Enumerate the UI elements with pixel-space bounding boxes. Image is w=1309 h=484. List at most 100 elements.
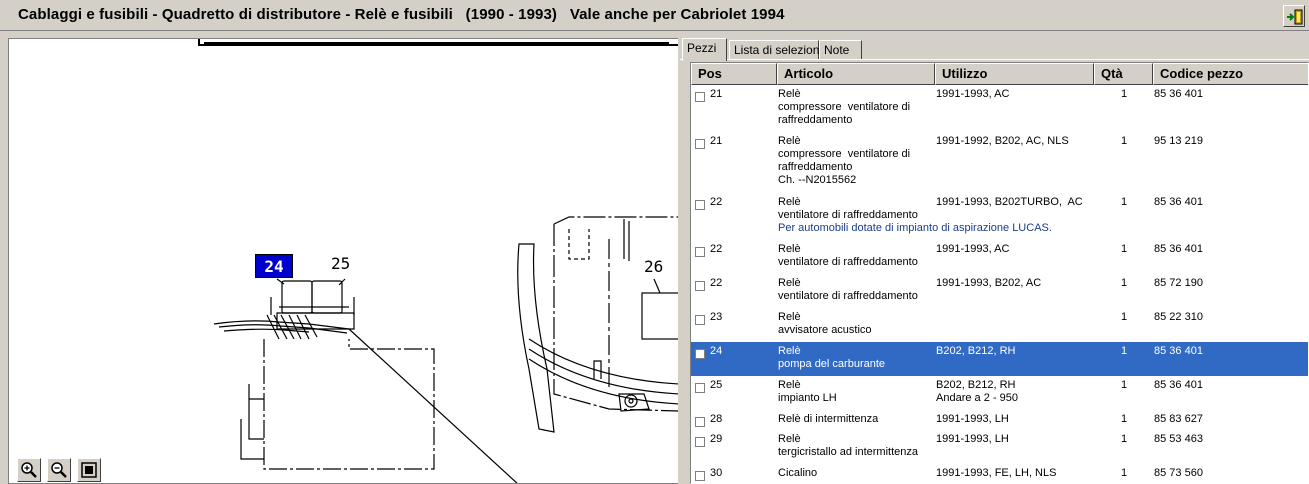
cell-articolo: Cicalino: [778, 467, 817, 480]
cell-articolo: Relè ventilatore di raffreddamento: [778, 277, 918, 303]
tab-lista-di-selezione[interactable]: Lista di selezione: [729, 40, 826, 60]
table-row[interactable]: 24 Relè pompa del carburante B202, B212, RH…: [691, 342, 1308, 376]
cell-qta: 1: [1121, 467, 1128, 479]
row-checkbox[interactable]: [695, 383, 705, 393]
articolo-line: Ch. --N2015562: [778, 174, 857, 186]
articolo-line: pompa del carburante: [778, 358, 886, 370]
cell-codice-pezzo: 85 53 463: [1154, 433, 1203, 445]
cell-pos: 22: [710, 196, 723, 208]
column-header-utilizzo[interactable]: Utilizzo: [935, 63, 1094, 85]
cell-codice-pezzo: 85 73 560: [1154, 467, 1203, 479]
cell-pos: 21: [710, 88, 723, 100]
table-row[interactable]: 21 Relè compressore ventilatore di raffredd…: [691, 85, 1308, 132]
cell-qta: 1: [1121, 413, 1128, 425]
cell-codice-pezzo: 85 72 190: [1154, 277, 1203, 289]
tab-pezzi[interactable]: Pezzi: [682, 38, 727, 61]
articolo-line: Relè: [778, 277, 801, 289]
column-header-qta[interactable]: Qtà: [1094, 63, 1153, 85]
cell-articolo: Relè tergicristallo ad intermittenza: [778, 433, 918, 459]
articolo-line: Relè: [778, 311, 801, 323]
cell-qta: 1: [1121, 88, 1128, 100]
column-header-articolo[interactable]: Articolo: [777, 63, 935, 85]
parts-diagram[interactable]: 24 25 26: [8, 38, 678, 484]
cell-codice-pezzo: 85 36 401: [1154, 243, 1203, 255]
cell-qta: 1: [1121, 135, 1128, 147]
row-checkbox[interactable]: [695, 437, 705, 447]
cell-pos: 25: [710, 379, 723, 391]
parts-table: Pos Articolo Utilizzo Qtà Codice pezzo 2…: [690, 62, 1309, 484]
articolo-line: Relè: [778, 433, 801, 445]
column-header-codice-pezzo[interactable]: Codice pezzo: [1153, 63, 1308, 85]
cell-utilizzo: B202, B212, RH: [936, 345, 1016, 358]
articolo-line: avvisatore acustico: [778, 324, 872, 336]
cell-codice-pezzo: 85 22 310: [1154, 311, 1203, 323]
exit-button[interactable]: [1283, 5, 1305, 27]
articolo-line: ventilatore di raffreddamento: [778, 290, 918, 302]
row-checkbox[interactable]: [695, 315, 705, 325]
row-checkbox[interactable]: [695, 349, 705, 359]
cell-utilizzo: 1991-1992, B202, AC, NLS: [936, 135, 1069, 148]
cell-qta: 1: [1121, 277, 1128, 289]
articolo-line: ventilatore di raffreddamento: [778, 209, 918, 221]
row-checkbox[interactable]: [695, 200, 705, 210]
utilizzo-line: 1991-1993, AC: [936, 243, 1010, 255]
zoom-in-button[interactable]: [17, 458, 41, 482]
page-title: Cablaggi e fusibili - Quadretto di distr…: [18, 6, 785, 23]
cell-pos: 21: [710, 135, 723, 147]
row-checkbox[interactable]: [695, 92, 705, 102]
row-checkbox[interactable]: [695, 139, 705, 149]
column-header-pos[interactable]: Pos: [691, 63, 777, 85]
cell-pos: 24: [710, 345, 723, 357]
utilizzo-line: 1991-1993, B202TURBO, AC: [936, 196, 1083, 208]
row-checkbox[interactable]: [695, 247, 705, 257]
cell-codice-pezzo: 85 36 401: [1154, 88, 1203, 100]
utilizzo-line: B202, B212, RH: [936, 345, 1016, 357]
table-row[interactable]: 21 Relè compressore ventilatore di raffredd…: [691, 132, 1308, 193]
cell-codice-pezzo: 85 83 627: [1154, 413, 1203, 425]
callout-24[interactable]: 24: [255, 254, 293, 278]
articolo-line: Relè: [778, 379, 801, 391]
table-row[interactable]: 23 Relè avvisatore acustico 1 85 22 310: [691, 308, 1308, 342]
zoom-out-button[interactable]: [47, 458, 71, 482]
callout-25[interactable]: 25: [331, 254, 350, 273]
table-row[interactable]: 22 Relè ventilatore di raffreddamento Per a…: [691, 193, 1308, 240]
cell-codice-pezzo: 85 36 401: [1154, 379, 1203, 391]
cell-articolo: Relè avvisatore acustico: [778, 311, 872, 337]
cell-utilizzo: 1991-1993, FE, LH, NLS: [936, 467, 1056, 480]
articolo-line: Relè: [778, 345, 801, 357]
table-row[interactable]: 30 Cicalino 1991-1993, FE, LH, NLS 1 85 73 5…: [691, 464, 1308, 483]
cell-qta: 1: [1121, 311, 1128, 323]
table-row[interactable]: 25 Relè impianto LH B202, B212, RH Andare a …: [691, 376, 1308, 410]
articolo-line: Relè: [778, 135, 801, 147]
table-row[interactable]: 29 Relè tergicristallo ad intermittenza 199…: [691, 430, 1308, 464]
cell-utilizzo: 1991-1993, LH: [936, 433, 1009, 446]
cell-qta: 1: [1121, 196, 1128, 208]
cell-utilizzo: B202, B212, RH Andare a 2 - 950: [936, 379, 1018, 405]
cell-codice-pezzo: 95 13 219: [1154, 135, 1203, 147]
parts-panel: Pezzi Lista di selezione Note Pos Artico…: [680, 34, 1309, 484]
callout-26[interactable]: 26: [644, 257, 663, 276]
articolo-line: impianto LH: [778, 392, 837, 404]
tab-note[interactable]: Note: [819, 40, 862, 60]
articolo-line: compressore ventilatore di: [778, 101, 911, 113]
cell-articolo: Relè compressore ventilatore di raffreddam…: [778, 135, 910, 187]
utilizzo-line: Andare a 2 - 950: [936, 392, 1018, 404]
cell-pos: 22: [710, 243, 723, 255]
cell-pos: 28: [710, 413, 723, 425]
utilizzo-line: 1991-1993, LH: [936, 413, 1009, 425]
cell-articolo: Relè pompa del carburante: [778, 345, 885, 371]
table-row[interactable]: 22 Relè ventilatore di raffreddamento 1991-…: [691, 240, 1308, 274]
row-checkbox[interactable]: [695, 281, 705, 291]
row-checkbox[interactable]: [695, 417, 705, 427]
parts-catalog-window: Cablaggi e fusibili - Quadretto di distr…: [0, 0, 1309, 484]
row-checkbox[interactable]: [695, 471, 705, 481]
cell-utilizzo: 1991-1993, LH: [936, 413, 1009, 426]
tab-divider: [680, 59, 1309, 60]
cell-utilizzo: 1991-1993, B202, AC: [936, 277, 1041, 290]
table-row[interactable]: 28 Relè di intermittenza 1991-1993, LH 1 85 …: [691, 410, 1308, 430]
articolo-line: Relè: [778, 88, 801, 100]
articolo-line: raffreddamento: [778, 114, 853, 126]
table-row[interactable]: 22 Relè ventilatore di raffreddamento 1991-…: [691, 274, 1308, 308]
table-header: Pos Articolo Utilizzo Qtà Codice pezzo: [691, 63, 1308, 85]
fit-to-window-button[interactable]: [77, 458, 101, 482]
